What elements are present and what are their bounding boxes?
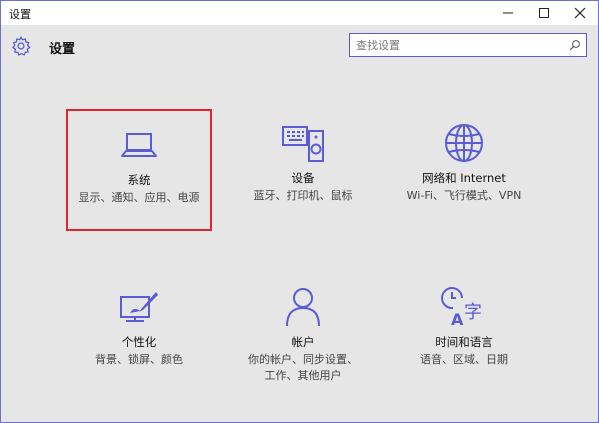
title-bar: 设置	[1, 1, 598, 25]
search-input[interactable]	[356, 37, 556, 53]
tile-time-language-desc: 语音、区域、日期	[420, 353, 508, 366]
time-language-icon: A 字	[393, 283, 535, 331]
tile-time-language-label: 时间和语言	[435, 335, 493, 349]
tile-accounts[interactable]: 帐户 你的帐户、同步设置、工作、其他用户	[232, 283, 374, 384]
tile-devices[interactable]: 设备 蓝牙、打印机、鼠标	[232, 111, 374, 204]
tile-network-label: 网络和 Internet	[422, 171, 506, 185]
tile-network[interactable]: 网络和 Internet Wi-Fi、飞行模式、VPN	[393, 111, 535, 204]
minimize-button[interactable]	[490, 1, 526, 25]
personalization-icon	[68, 283, 210, 331]
globe-icon	[393, 119, 535, 167]
maximize-button[interactable]	[526, 1, 562, 25]
svg-text:字: 字	[464, 302, 482, 323]
devices-icon	[232, 119, 374, 167]
maximize-icon	[539, 8, 549, 18]
page-title: 设置	[49, 42, 76, 57]
tile-accounts-desc: 你的帐户、同步设置、工作、其他用户	[248, 353, 358, 382]
settings-window: 设置 设置 查找设置 系统 显示、通知、应用、电源 设备 蓝牙、打印机、鼠标 网…	[0, 0, 599, 423]
tile-personalization-label: 个性化	[121, 335, 157, 349]
close-icon	[574, 7, 586, 19]
tile-personalization-desc: 背景、锁屏、颜色	[95, 353, 183, 366]
tile-accounts-label: 帐户	[291, 335, 315, 349]
tile-devices-label: 设备	[291, 171, 315, 185]
person-icon	[232, 283, 374, 331]
tile-personalization[interactable]: 个性化 背景、锁屏、颜色	[68, 283, 210, 368]
settings-header: 设置	[1, 25, 598, 69]
search-icon[interactable]	[569, 39, 581, 51]
tile-system-desc: 显示、通知、应用、电源	[78, 191, 200, 204]
tile-devices-desc: 蓝牙、打印机、鼠标	[253, 189, 353, 202]
tile-system-label: 系统	[127, 173, 151, 187]
window-title: 设置	[9, 8, 31, 21]
svg-text:A: A	[451, 310, 464, 328]
tile-time-language[interactable]: A 字 时间和语言 语音、区域、日期	[393, 283, 535, 368]
minimize-icon	[503, 12, 513, 14]
tile-system[interactable]: 系统 显示、通知、应用、电源	[66, 109, 212, 231]
tile-network-desc: Wi-Fi、飞行模式、VPN	[406, 189, 522, 202]
search-box[interactable]	[349, 33, 587, 57]
close-button[interactable]	[562, 1, 598, 25]
gear-icon	[11, 36, 31, 56]
laptop-icon	[68, 121, 210, 169]
